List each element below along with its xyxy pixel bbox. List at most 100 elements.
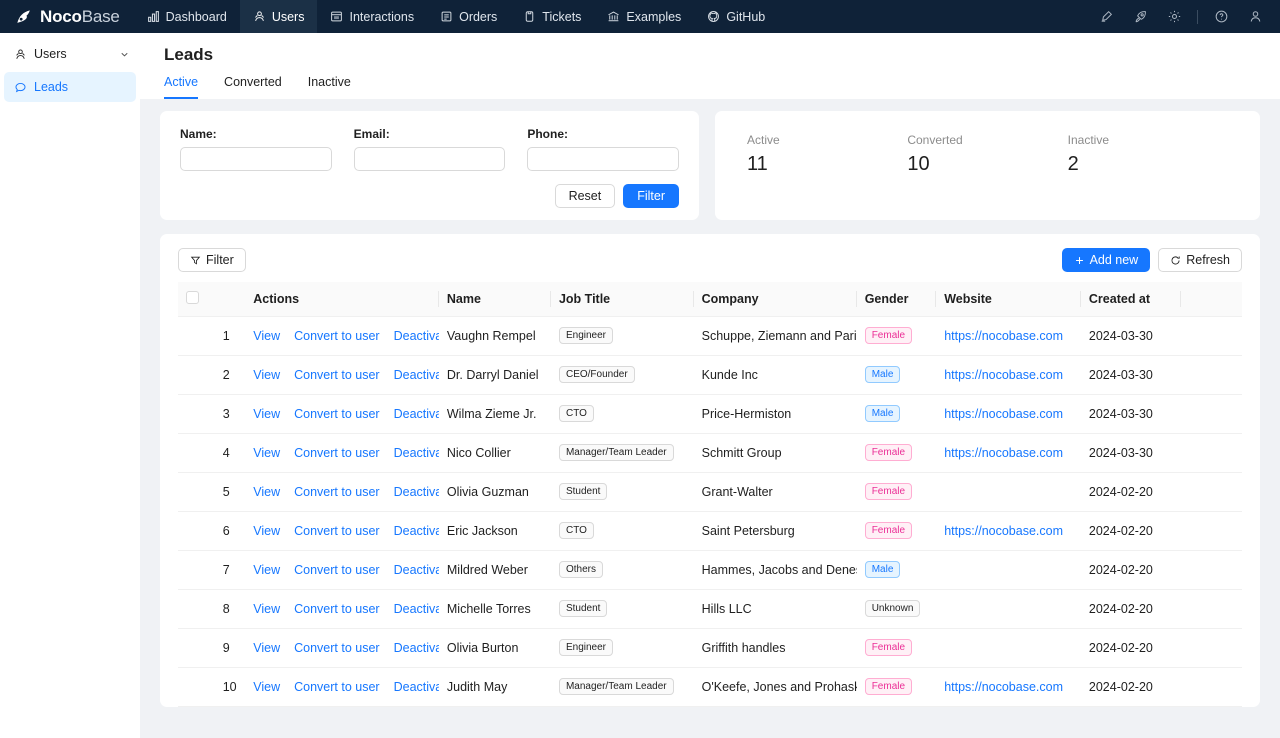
convert-to-user-link[interactable]: Convert to user xyxy=(294,485,379,499)
convert-to-user-link[interactable]: Convert to user xyxy=(294,602,379,616)
nav-item-tickets[interactable]: Tickets xyxy=(510,0,594,33)
sidebar-item-leads[interactable]: Leads xyxy=(4,72,136,102)
stat-label: Inactive xyxy=(1067,133,1110,148)
view-link[interactable]: View xyxy=(253,680,280,694)
nav-item-interactions[interactable]: Interactions xyxy=(317,0,427,33)
cell-tail xyxy=(1180,472,1242,512)
job-title-tag: Engineer xyxy=(558,639,613,657)
column-header-gender: Gender xyxy=(856,282,937,317)
website-link[interactable]: https://nocobase.com xyxy=(944,524,1063,538)
website-link[interactable]: https://nocobase.com xyxy=(944,329,1063,343)
deactivate-link[interactable]: Deactivate xyxy=(394,368,439,382)
gender-tag: Female xyxy=(864,327,913,345)
tab-converted[interactable]: Converted xyxy=(224,75,282,99)
tab-inactive[interactable]: Inactive xyxy=(308,75,351,99)
highlighter-icon[interactable] xyxy=(1089,0,1123,33)
refresh-icon xyxy=(1170,255,1181,266)
nav-item-dashboard[interactable]: Dashboard xyxy=(134,0,240,33)
website-link[interactable]: https://nocobase.com xyxy=(944,407,1063,421)
deactivate-link[interactable]: Deactivate xyxy=(394,407,439,421)
deactivate-link[interactable]: Deactivate xyxy=(394,602,439,616)
nav-item-orders[interactable]: Orders xyxy=(427,0,510,33)
convert-to-user-link[interactable]: Convert to user xyxy=(294,446,379,460)
plus-icon xyxy=(1074,255,1085,266)
row-actions-cell: View Convert to user Deactivate xyxy=(245,550,439,590)
gear-icon[interactable] xyxy=(1157,0,1191,33)
row-index: 5 xyxy=(214,472,246,512)
row-index: 3 xyxy=(214,394,246,434)
tab-active[interactable]: Active xyxy=(164,75,199,100)
website-link[interactable]: https://nocobase.com xyxy=(944,368,1063,382)
bank-icon xyxy=(607,10,620,23)
main-content: Leads Active Converted Inactive Name: Em… xyxy=(140,33,1280,738)
sidebar-group-users[interactable]: Users xyxy=(0,39,140,69)
view-link[interactable]: View xyxy=(253,524,280,538)
convert-to-user-link[interactable]: Convert to user xyxy=(294,563,379,577)
refresh-button[interactable]: Refresh xyxy=(1158,248,1242,273)
nav-item-github[interactable]: GitHub xyxy=(694,0,778,33)
brand-logo-area[interactable]: NocoBase xyxy=(0,0,134,33)
table-filter-button[interactable]: Filter xyxy=(178,248,246,273)
convert-to-user-link[interactable]: Convert to user xyxy=(294,368,379,382)
row-index: 1 xyxy=(214,316,246,356)
cell-gender: Female xyxy=(856,472,937,512)
cell-company: Price-Hermiston xyxy=(693,394,857,434)
cell-company: Grant-Walter xyxy=(693,472,857,512)
cell-tail xyxy=(1180,550,1242,590)
select-all-header xyxy=(178,282,215,317)
convert-to-user-link[interactable]: Convert to user xyxy=(294,641,379,655)
name-input[interactable] xyxy=(180,147,332,172)
cell-tail xyxy=(1180,628,1242,668)
view-link[interactable]: View xyxy=(253,563,280,577)
convert-to-user-link[interactable]: Convert to user xyxy=(294,407,379,421)
cell-created-at: 2024-02-20 xyxy=(1080,472,1181,512)
view-link[interactable]: View xyxy=(253,446,280,460)
gender-tag: Female xyxy=(864,639,913,657)
stats-card: Active 11 Converted 10 Inactive 2 xyxy=(715,111,1260,221)
view-link[interactable]: View xyxy=(253,485,280,499)
deactivate-link[interactable]: Deactivate xyxy=(394,446,439,460)
deactivate-link[interactable]: Deactivate xyxy=(394,563,439,577)
deactivate-link[interactable]: Deactivate xyxy=(394,641,439,655)
deactivate-link[interactable]: Deactivate xyxy=(394,329,439,343)
cell-name: Nico Collier xyxy=(438,433,551,473)
view-link[interactable]: View xyxy=(253,368,280,382)
row-checkbox-cell xyxy=(178,433,215,473)
website-link[interactable]: https://nocobase.com xyxy=(944,446,1063,460)
user-avatar-icon[interactable] xyxy=(1238,0,1272,33)
deactivate-link[interactable]: Deactivate xyxy=(394,524,439,538)
cell-website: https://nocobase.com xyxy=(936,355,1081,395)
email-input[interactable] xyxy=(353,147,506,172)
cell-website: https://nocobase.com xyxy=(936,316,1081,356)
filter-submit-button[interactable]: Filter xyxy=(623,184,679,209)
add-new-button[interactable]: Add new xyxy=(1061,248,1151,273)
deactivate-link[interactable]: Deactivate xyxy=(394,680,439,694)
deactivate-link[interactable]: Deactivate xyxy=(394,485,439,499)
reset-button[interactable]: Reset xyxy=(554,184,616,209)
website-link[interactable]: https://nocobase.com xyxy=(944,680,1063,694)
convert-to-user-link[interactable]: Convert to user xyxy=(294,329,379,343)
table-row: 4 View Convert to user DeactivateNico Colli… xyxy=(178,433,1242,473)
view-link[interactable]: View xyxy=(253,602,280,616)
cell-created-at: 2024-02-20 xyxy=(1080,550,1181,590)
column-header-tail xyxy=(1180,282,1242,317)
cell-created-at: 2024-02-20 xyxy=(1080,589,1181,629)
convert-to-user-link[interactable]: Convert to user xyxy=(294,524,379,538)
gender-tag: Male xyxy=(864,405,901,423)
phone-input[interactable] xyxy=(527,147,680,172)
plugin-rocket-icon[interactable] xyxy=(1123,0,1157,33)
cell-created-at: 2024-03-30 xyxy=(1080,433,1181,473)
row-actions-cell: View Convert to user Deactivate xyxy=(245,433,439,473)
view-link[interactable]: View xyxy=(253,329,280,343)
nav-item-users[interactable]: Users xyxy=(239,0,318,33)
view-link[interactable]: View xyxy=(253,407,280,421)
chevron-down-icon[interactable] xyxy=(119,49,130,60)
convert-to-user-link[interactable]: Convert to user xyxy=(294,680,379,694)
nav-divider xyxy=(1197,9,1198,24)
view-link[interactable]: View xyxy=(253,641,280,655)
row-actions-cell: View Convert to user Deactivate xyxy=(245,394,439,434)
select-all-checkbox[interactable] xyxy=(186,291,199,305)
help-circle-icon[interactable] xyxy=(1204,0,1238,33)
stat-label: Converted xyxy=(907,133,963,148)
nav-item-examples[interactable]: Examples xyxy=(594,0,694,33)
